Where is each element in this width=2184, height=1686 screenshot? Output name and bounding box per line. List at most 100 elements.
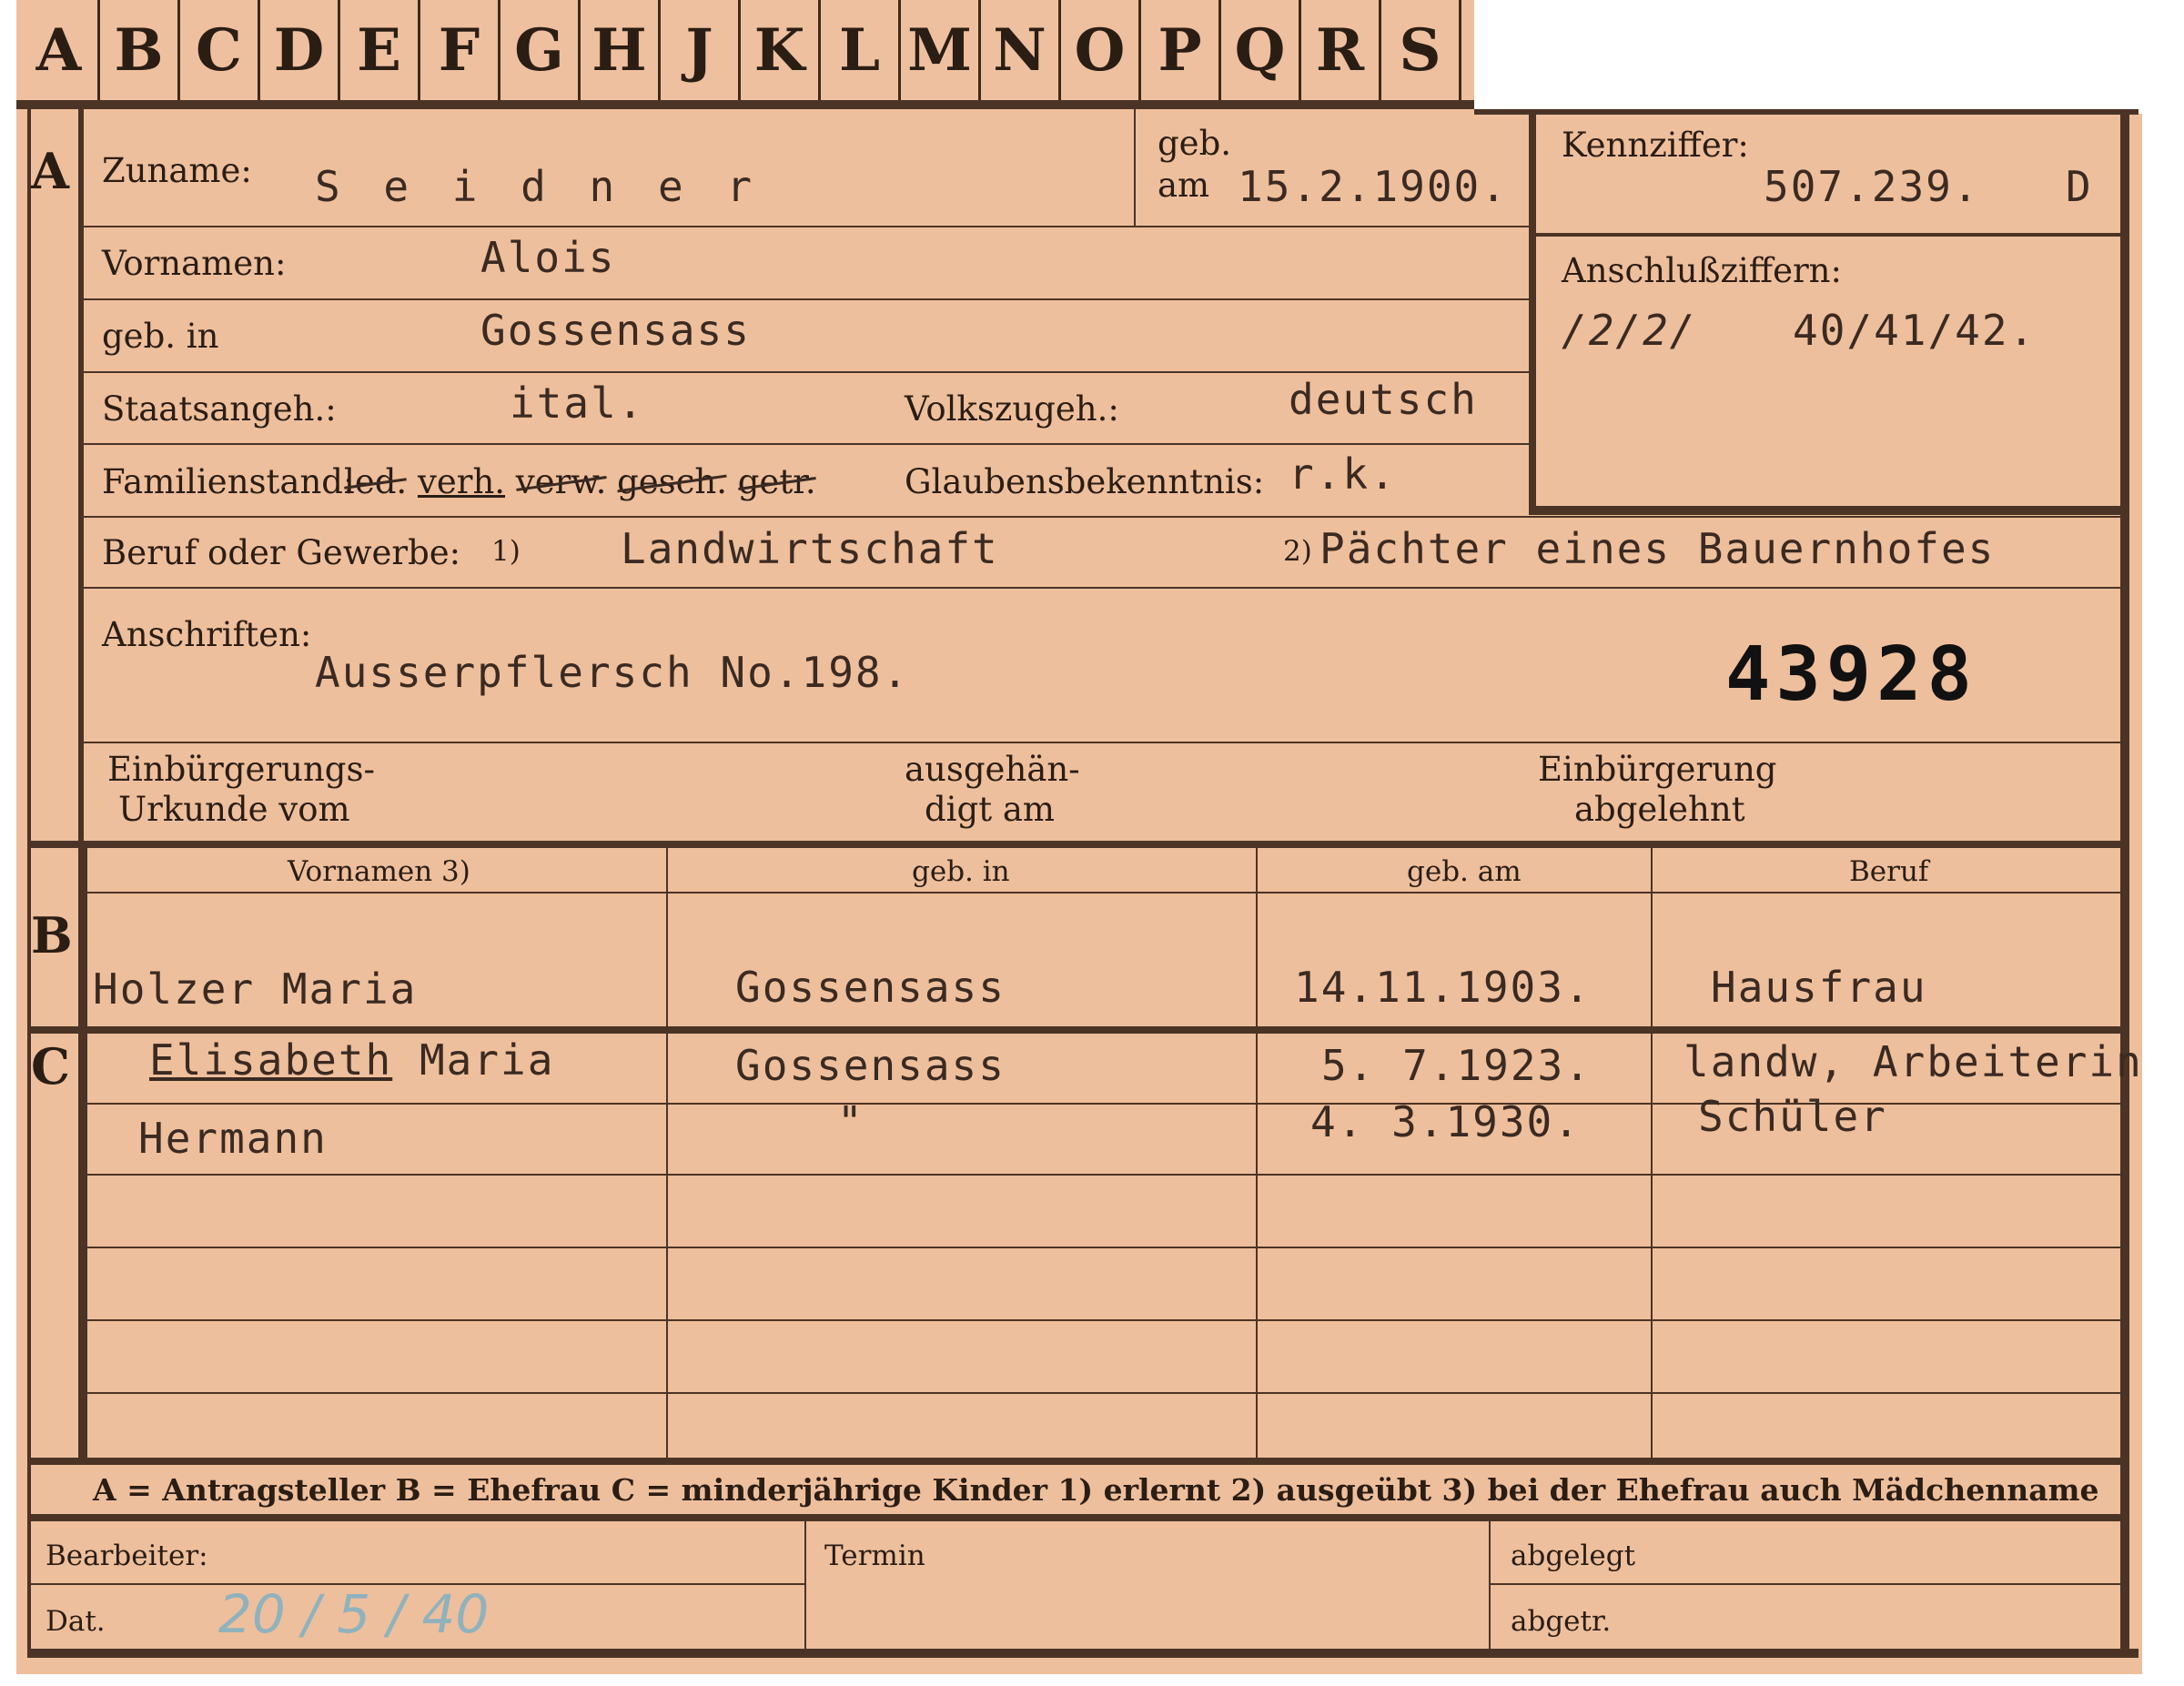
child-1-name-underlined: Elisabeth xyxy=(149,1035,393,1085)
alphabet-tab-c[interactable]: C xyxy=(180,0,260,100)
birthplace-value: Gossensass xyxy=(480,306,751,355)
child-1-birthdate: 5. 7.1923. xyxy=(1321,1041,1592,1090)
tab-gap xyxy=(1474,0,2184,114)
spouse-occupation: Hausfrau xyxy=(1711,963,1927,1012)
alphabet-tab-l[interactable]: L xyxy=(821,0,901,100)
issued-label-1: ausgehän- xyxy=(905,750,1080,789)
table-left xyxy=(84,846,87,1459)
linked-ids-struck: /2/2/ xyxy=(1562,306,1697,355)
surname-value: S e i d n e r xyxy=(315,162,762,211)
birth-divider xyxy=(1134,109,1136,226)
rejected-label-2: abgelehnt xyxy=(1574,790,1745,829)
col-divider xyxy=(666,846,668,1459)
bottom-border xyxy=(27,1649,2138,1658)
occupation-practiced: Pächter eines Bauernhofes xyxy=(1320,524,1996,573)
occupation-label: Beruf oder Gewerbe: xyxy=(102,533,461,572)
marital-option-widowed: verw. xyxy=(515,462,607,501)
alphabet-tab-d[interactable]: D xyxy=(260,0,340,100)
alphabet-tab-e[interactable]: E xyxy=(340,0,420,100)
naturalization-label-2: Urkunde vom xyxy=(118,790,350,829)
child-2-occupation: Schüler xyxy=(1698,1092,1887,1141)
top-rule-right xyxy=(1474,109,2138,115)
header-first-names: Vornamen 3) xyxy=(288,855,470,888)
birth-date-value: 15.2.1900. xyxy=(1238,162,1508,211)
alphabet-tab-m[interactable]: M xyxy=(901,0,981,100)
alphabet-tab-q[interactable]: Q xyxy=(1221,0,1301,100)
alphabet-tab-g[interactable]: G xyxy=(500,0,581,100)
row-rule xyxy=(84,371,1529,373)
issued-label-2: digt am xyxy=(925,790,1055,829)
marital-option-separated: getr. xyxy=(737,462,816,501)
alphabet-tab-f[interactable]: F xyxy=(420,0,500,100)
header-birthplace: geb. in xyxy=(912,855,1010,888)
alphabet-tab-o[interactable]: O xyxy=(1061,0,1141,100)
born-label: geb. xyxy=(1158,124,1232,163)
birthplace-label: geb. in xyxy=(102,317,219,356)
table-header-rule xyxy=(84,892,2120,893)
marital-status-label: Familienstand: xyxy=(102,462,355,501)
header-occupation: Beruf xyxy=(1849,855,1929,888)
id-value: 507.239. xyxy=(1764,162,1980,211)
alphabet-tab-h[interactable]: H xyxy=(581,0,661,100)
alphabet-tab-j[interactable]: J xyxy=(661,0,741,100)
first-names-value: Alois xyxy=(480,233,616,282)
alphabet-tab-p[interactable]: P xyxy=(1141,0,1221,100)
first-names-label: Vornamen: xyxy=(102,244,287,283)
section-c-marker: C xyxy=(31,1037,70,1095)
rejected-label-1: Einbürgerung xyxy=(1538,750,1777,789)
footer-divider xyxy=(804,1521,806,1649)
deadline-label: Termin xyxy=(824,1540,925,1572)
marital-status-options: led. verh. verw. gesch. getr. xyxy=(344,462,816,501)
alphabet-tab-s[interactable]: S xyxy=(1381,0,1461,100)
table-row-rule xyxy=(84,1247,2120,1248)
header-birthdate: geb. am xyxy=(1407,855,1522,888)
alphabet-tab-a[interactable]: A xyxy=(20,0,100,100)
row-rule xyxy=(84,742,2120,743)
child-2-name: Hermann xyxy=(138,1114,328,1163)
religion-label: Glaubensbekenntnis: xyxy=(905,462,1265,501)
legend-top xyxy=(27,1458,2120,1465)
citizenship-value: ital. xyxy=(510,379,645,428)
row-rule xyxy=(84,587,2120,589)
alphabet-tab-k[interactable]: K xyxy=(741,0,821,100)
occupation-learned: Landwirtschaft xyxy=(621,524,999,573)
legend-text: A = Antragsteller B = Ehefrau C = minder… xyxy=(93,1472,2099,1508)
left-border xyxy=(27,109,31,1656)
citizenship-label: Staatsangeh.: xyxy=(102,389,337,429)
row-rule xyxy=(84,443,1529,445)
alphabet-tab-n[interactable]: N xyxy=(981,0,1061,100)
date-handwritten: 20 / 5 / 40 xyxy=(218,1583,490,1645)
ethnicity-value: deutsch xyxy=(1289,375,1478,424)
occupation-footnote-1: 1) xyxy=(491,535,521,568)
religion-value: r.k. xyxy=(1289,449,1397,499)
table-row-rule xyxy=(84,1174,2120,1176)
child-1-occupation: landw, Arbeiterin xyxy=(1684,1037,2143,1086)
row-rule xyxy=(84,298,1529,300)
spouse-birthplace: Gossensass xyxy=(735,963,1006,1012)
child-1-name-rest: Maria xyxy=(419,1035,555,1085)
linked-ids-label: Anschlußziffern: xyxy=(1562,251,1842,290)
footer-divider xyxy=(1489,1521,1491,1649)
alphabet-tab-b[interactable]: B xyxy=(100,0,180,100)
child-2-birthplace: " xyxy=(837,1097,864,1146)
right-border xyxy=(2120,109,2129,1656)
table-row-rule xyxy=(84,1392,2120,1394)
child-2-birthdate: 4. 3.1930. xyxy=(1310,1097,1581,1146)
id-box-left xyxy=(1529,109,1536,510)
spouse-name: Holzer Maria xyxy=(93,964,418,1014)
filed-label: abgelegt xyxy=(1511,1540,1636,1572)
id-suffix: D xyxy=(2066,162,2093,211)
section-b-marker: B xyxy=(31,906,73,964)
spouse-birthdate: 14.11.1903. xyxy=(1294,963,1592,1012)
section-c-top xyxy=(27,1026,2120,1034)
date-label: Dat. xyxy=(46,1605,106,1638)
born-on-label: am xyxy=(1158,166,1210,205)
id-label: Kennziffer: xyxy=(1562,126,1749,165)
linked-ids-value: 40/41/42. xyxy=(1793,306,2037,355)
table-row-rule xyxy=(84,1319,2120,1321)
id-box-bottom xyxy=(1529,506,2120,515)
alphabet-tab-r[interactable]: R xyxy=(1301,0,1381,100)
col-divider xyxy=(1651,846,1653,1459)
processor-label: Bearbeiter: xyxy=(46,1540,208,1572)
col-divider xyxy=(1256,846,1258,1459)
